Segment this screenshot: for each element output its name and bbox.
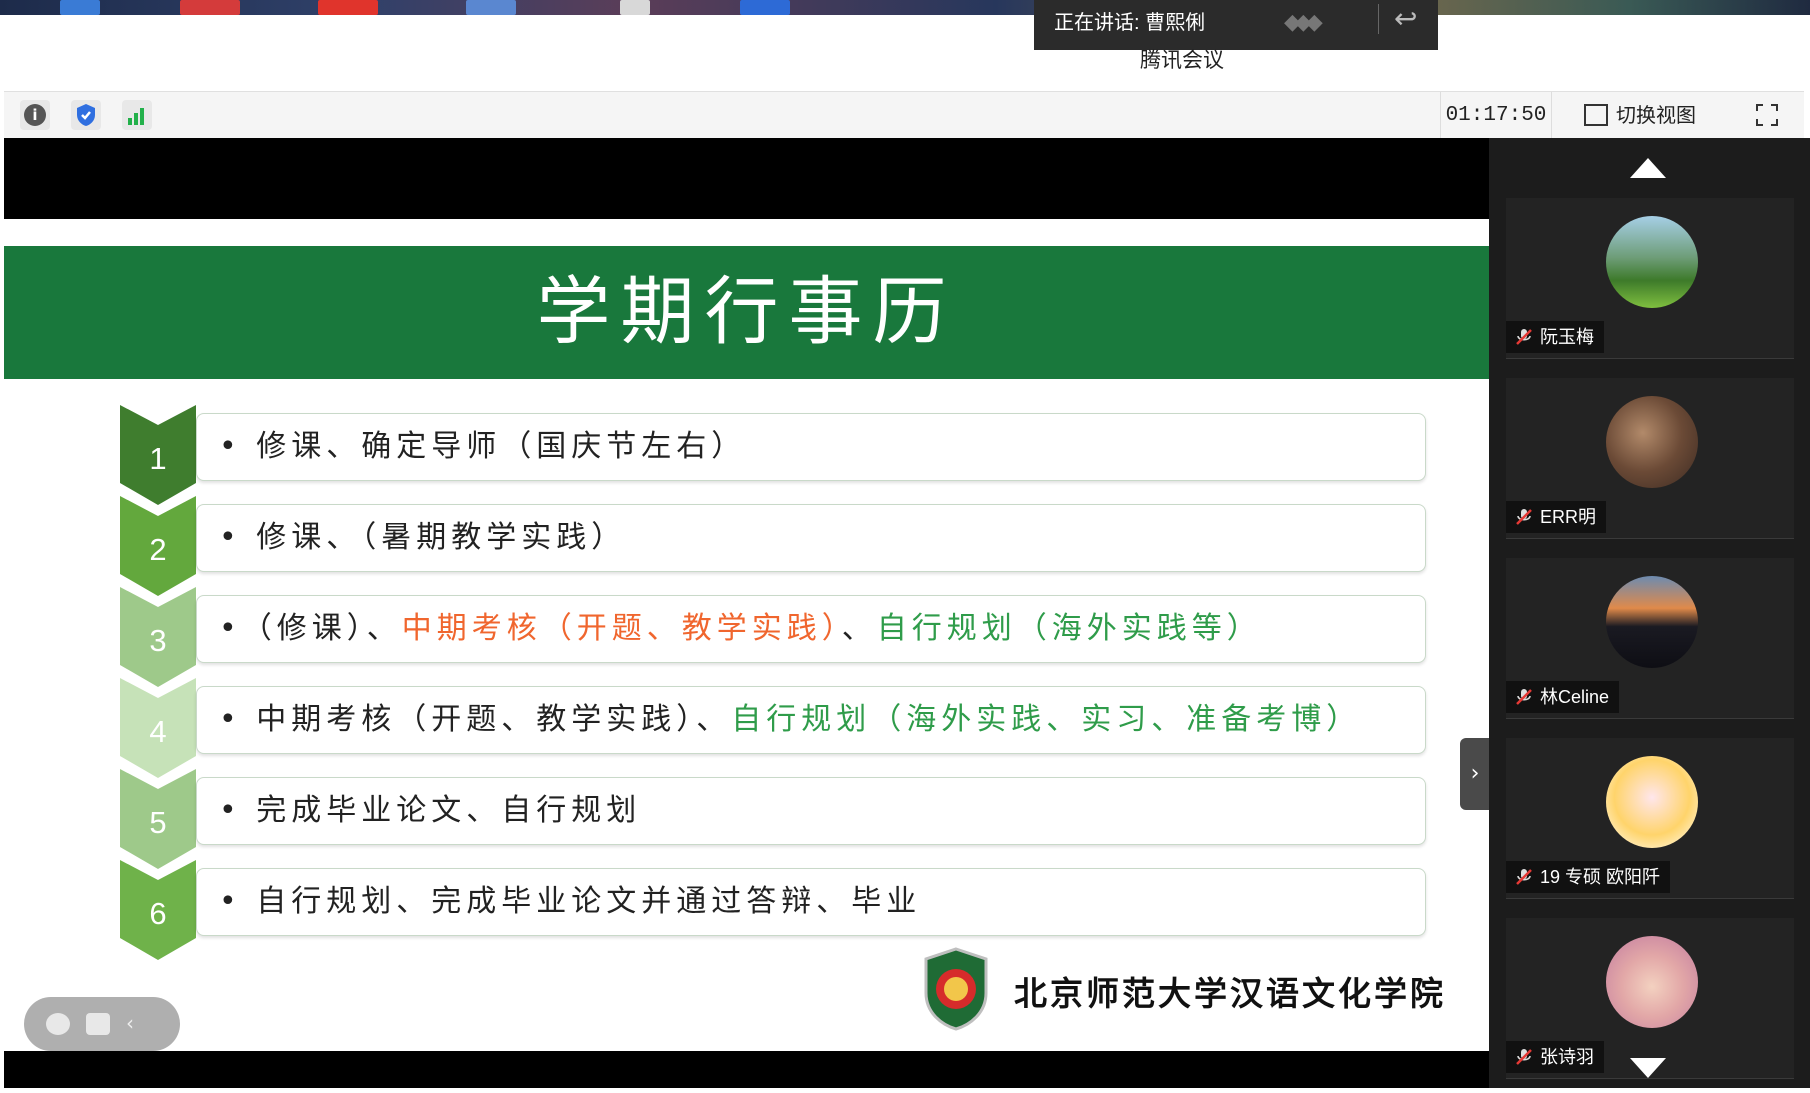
- timeline-step: 3 •（修课）、中期考核（开题、教学实践）、自行规划（海外实践等）: [120, 587, 1430, 687]
- participant-name-tag: 张诗羽: [1506, 1041, 1604, 1073]
- meeting-timer: 01:17:50: [1440, 92, 1552, 139]
- step-text: • 自行规划、完成毕业论文并通过答辩、毕业: [219, 884, 922, 919]
- participant-name-tag: 阮玉梅: [1506, 321, 1604, 353]
- participant-tile[interactable]: 林Celine: [1506, 558, 1794, 719]
- taskbar-app-icon[interactable]: [60, 0, 100, 15]
- taskbar-app-icon[interactable]: [318, 0, 378, 15]
- participant-name: 林Celine: [1540, 687, 1610, 707]
- step-number: 4: [149, 714, 167, 749]
- step-text: •（修课）、中期考核（开题、教学实践）、自行规划（海外实践等）: [219, 611, 1262, 646]
- mic-muted-icon: [1516, 509, 1532, 525]
- meeting-title: 腾讯会议: [1140, 49, 1224, 72]
- participant-name: ERR明: [1540, 507, 1597, 527]
- step-box: • 完成毕业论文、自行规划: [196, 777, 1426, 845]
- step-number: 3: [149, 623, 167, 658]
- scroll-up-icon[interactable]: [1630, 158, 1666, 178]
- taskbar-app-icon[interactable]: [740, 0, 790, 15]
- sunset-avatar: [1606, 576, 1698, 668]
- step-text: • 修课、（暑期教学实践）: [219, 520, 627, 555]
- presentation-slide: 学期行事历 1 • 修课、确定导师（国庆节左右） 2 • 修课、（暑期教学实践）…: [4, 219, 1489, 1051]
- active-speaker-banner: 正在讲话: 曹熙俐 ◆◆◆ ↩: [1034, 0, 1438, 50]
- step-number: 6: [149, 896, 167, 931]
- participant-video-panel: 阮玉梅 ERR明 林Celine 19 专硕 欧阳阡 张诗羽: [1489, 138, 1810, 1088]
- participant-name-tag: 林Celine: [1506, 681, 1620, 713]
- chat-icon[interactable]: [46, 1013, 70, 1035]
- participant-name: 阮玉梅: [1540, 327, 1594, 347]
- screen-icon[interactable]: [86, 1013, 110, 1035]
- step-box: • 修课、（暑期教学实践）: [196, 504, 1426, 572]
- timeline-step: 6 • 自行规划、完成毕业论文并通过答辩、毕业: [120, 860, 1430, 960]
- step-number: 2: [149, 532, 167, 567]
- step-box: • 中期考核（开题、教学实践）、自行规划（海外实践、实习、准备考博）: [196, 686, 1426, 754]
- timeline-step: 1 • 修课、确定导师（国庆节左右）: [120, 405, 1430, 505]
- info-icon[interactable]: i: [20, 100, 50, 130]
- participant-tile[interactable]: ERR明: [1506, 378, 1794, 539]
- step-text: • 中期考核（开题、教学实践）、自行规划（海外实践、实习、准备考博）: [219, 702, 1362, 737]
- timeline-step: 2 • 修课、（暑期教学实践）: [120, 496, 1430, 596]
- participant-tile[interactable]: 19 专硕 欧阳阡: [1506, 738, 1794, 899]
- participant-tile[interactable]: 阮玉梅: [1506, 198, 1794, 359]
- school-emblem-icon: [924, 947, 988, 1031]
- collapse-icon[interactable]: ‹: [126, 1013, 140, 1035]
- taskbar-app-icon[interactable]: [620, 0, 650, 15]
- slide-title-bar: 学期行事历: [4, 246, 1489, 379]
- mic-muted-icon: [1516, 869, 1532, 885]
- participant-name: 19 专硕 欧阳阡: [1540, 867, 1661, 887]
- meeting-logo-icon: ◆◆◆: [1284, 10, 1323, 35]
- step-text: • 完成毕业论文、自行规划: [219, 793, 642, 828]
- fullscreen-icon[interactable]: [1756, 104, 1778, 126]
- cartoon-doll-avatar: [1606, 936, 1698, 1028]
- mic-muted-icon: [1516, 329, 1532, 345]
- switch-view-label: 切换视图: [1616, 103, 1696, 127]
- step-number: 5: [149, 805, 167, 840]
- banner-divider: [1378, 4, 1379, 34]
- shared-screen-area: 学期行事历 1 • 修课、确定导师（国庆节左右） 2 • 修课、（暑期教学实践）…: [4, 138, 1490, 1088]
- step-box: • 自行规划、完成毕业论文并通过答辩、毕业: [196, 868, 1426, 936]
- floating-controls: ‹: [24, 997, 180, 1051]
- network-signal-icon[interactable]: [122, 100, 152, 130]
- return-icon[interactable]: ↩: [1394, 2, 1417, 35]
- mic-muted-icon: [1516, 1049, 1532, 1065]
- switch-view-button[interactable]: 切换视图: [1584, 92, 1696, 139]
- mic-muted-icon: [1516, 689, 1532, 705]
- slide-title: 学期行事历: [536, 269, 957, 355]
- active-speaker-label: 正在讲话: 曹熙俐: [1054, 12, 1206, 34]
- side-panel-toggle-button[interactable]: ›: [1460, 738, 1490, 810]
- desktop-taskbar-strip: [0, 0, 1810, 15]
- participant-name: 张诗羽: [1540, 1047, 1594, 1067]
- cartoon-girl-avatar: [1606, 756, 1698, 848]
- participant-name-tag: 19 专硕 欧阳阡: [1506, 861, 1671, 893]
- switch-view-icon: [1584, 103, 1608, 126]
- meeting-toolbar: i 01:17:50 切换视图: [4, 91, 1804, 140]
- taskbar-app-icon[interactable]: [180, 0, 240, 15]
- landscape-avatar: [1606, 216, 1698, 308]
- participant-name-tag: ERR明: [1506, 501, 1607, 533]
- taskbar-app-icon[interactable]: [466, 0, 516, 15]
- step-box: •（修课）、中期考核（开题、教学实践）、自行规划（海外实践等）: [196, 595, 1426, 663]
- school-name: 北京师范大学汉语文化学院: [1014, 974, 1446, 1013]
- step-number: 1: [149, 441, 167, 476]
- step-box: • 修课、确定导师（国庆节左右）: [196, 413, 1426, 481]
- step-text: • 修课、确定导师（国庆节左右）: [219, 429, 747, 464]
- timeline-step: 5 • 完成毕业论文、自行规划: [120, 769, 1430, 869]
- timeline-step: 4 • 中期考核（开题、教学实践）、自行规划（海外实践、实习、准备考博）: [120, 678, 1430, 778]
- people-photo-avatar: [1606, 396, 1698, 488]
- participant-tile[interactable]: 张诗羽: [1506, 918, 1794, 1079]
- security-shield-icon[interactable]: [71, 100, 101, 130]
- scroll-down-icon[interactable]: [1630, 1058, 1666, 1078]
